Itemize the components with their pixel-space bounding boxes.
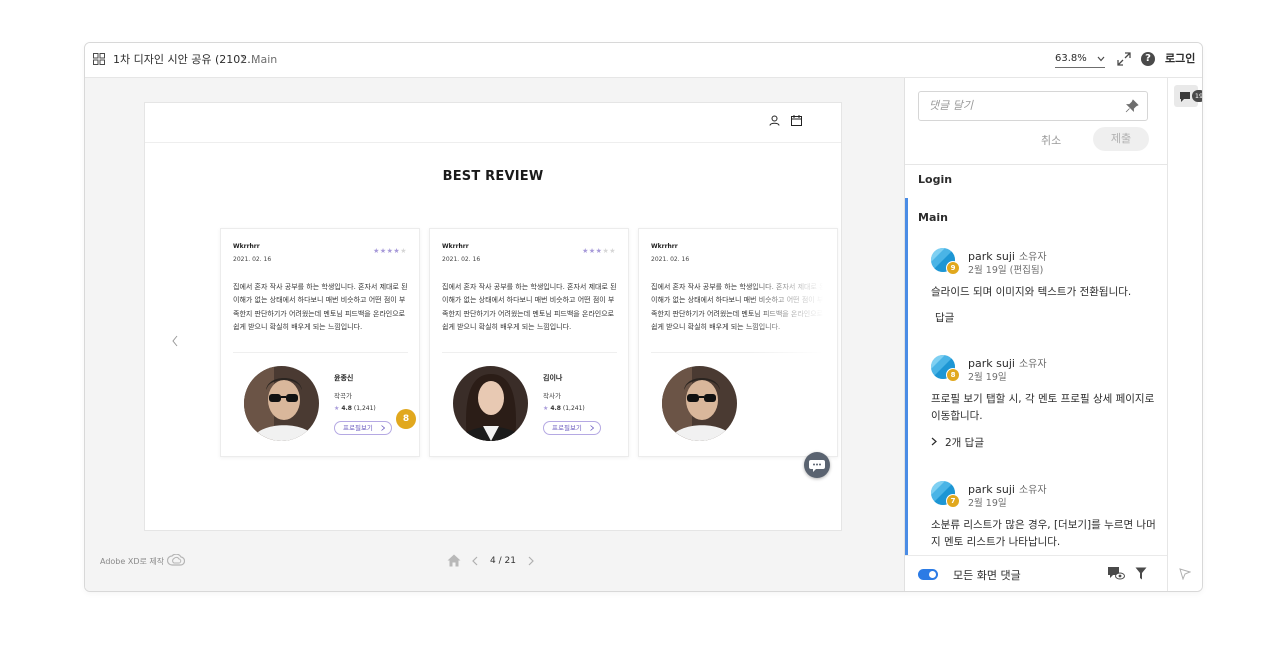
star-icon: ★	[543, 405, 549, 412]
mentor-rating: ★ 4.8 (1,241)	[543, 405, 585, 412]
screen-label-main[interactable]: Main	[918, 211, 948, 224]
show-replies-button[interactable]: 2개 답글	[931, 435, 984, 450]
comment-number-badge: 7	[946, 494, 960, 508]
profile-view-button[interactable]: 프로필보기	[543, 421, 601, 435]
review-text: 집에서 혼자 작사 공부를 하는 학생입니다. 혼자서 제대로 된 이해가 없는…	[233, 283, 408, 331]
flag-icon[interactable]	[1179, 568, 1191, 580]
artboard-header	[145, 103, 841, 143]
mentor-role: 작곡가	[334, 392, 352, 400]
prev-page-icon[interactable]	[472, 556, 478, 566]
artboard-main: BEST REVIEW Wkrrhrr 2021. 02. 16 ★★★★★ 집…	[144, 102, 842, 531]
calendar-icon[interactable]	[791, 115, 802, 126]
profile-view-button[interactable]: 프로필보기	[334, 421, 392, 435]
chat-bubble-button[interactable]	[804, 452, 830, 478]
reviewer-name: Wkrrhrr	[442, 243, 469, 250]
comment-text: 소분류 리스트가 많은 경우, [더보기]를 누르면 나머지 멘토 리스트가 나…	[931, 519, 1156, 548]
comment-count-badge: 19	[1192, 90, 1202, 102]
comments-toggle-button[interactable]: 19	[1174, 85, 1202, 107]
all-screens-comments-label: 모든 화면 댓글	[953, 569, 1021, 582]
chevron-right-icon	[590, 425, 594, 431]
mentor-avatar	[453, 366, 528, 441]
cancel-button[interactable]: 취소	[1041, 132, 1061, 148]
made-with-xd[interactable]: Adobe XD로 제작	[100, 556, 164, 567]
review-date: 2021. 02. 16	[651, 256, 690, 263]
fullscreen-icon[interactable]	[1117, 52, 1131, 66]
document-title[interactable]: 1차 디자인 시안 공유 (2102...	[113, 53, 258, 67]
review-date: 2021. 02. 16	[442, 256, 481, 263]
comment-author: park suji 소유자	[968, 250, 1047, 263]
right-rail: 19	[1167, 78, 1202, 591]
reviewer-name: Wkrrhrr	[651, 243, 678, 250]
chevron-down-icon	[1097, 56, 1105, 62]
zoom-select[interactable]: 63.8%	[1055, 52, 1105, 68]
top-bar: 1차 디자인 시안 공유 (2102... Main 63.8% ? 로그인	[85, 43, 1202, 78]
divider	[442, 352, 617, 353]
comment-date: 2월 19일 (편집됨)	[968, 265, 1044, 276]
submit-button[interactable]: 제출	[1093, 127, 1149, 151]
breadcrumb-page[interactable]: Main	[251, 53, 277, 67]
user-icon[interactable]	[769, 115, 780, 126]
comment-text: 프로필 보기 탭할 시, 각 멘토 프로필 상세 페이지로 이동합니다.	[931, 393, 1155, 422]
mentor-name: 윤종신	[334, 374, 354, 382]
comment-author: park suji 소유자	[968, 357, 1047, 370]
show-comment-pins-icon[interactable]	[1107, 566, 1125, 581]
carousel-prev-icon[interactable]	[171, 335, 179, 347]
comment-date: 2월 19일	[968, 498, 1007, 509]
toggle-knob	[929, 571, 936, 578]
review-text: 집에서 혼자 작사 공부를 하는 학생입니다. 혼자서 제대로 된 이해가 없는…	[442, 283, 617, 331]
panel-footer: 모든 화면 댓글	[905, 555, 1167, 591]
chat-bubble-icon	[809, 460, 825, 472]
review-card: Wkrrhrr 2021. 02. 16 집에서 혼자 작사 공부를 하는 학생…	[638, 228, 838, 457]
mentor-name: 김이나	[543, 374, 563, 382]
all-screens-toggle[interactable]	[918, 569, 938, 580]
reviewer-name: Wkrrhrr	[233, 243, 260, 250]
home-icon[interactable]	[447, 554, 461, 567]
star-rating: ★★★★★	[582, 247, 616, 255]
next-page-icon[interactable]	[528, 556, 534, 566]
mentor-avatar	[244, 366, 319, 441]
chevron-right-icon	[240, 54, 246, 64]
comment-pin[interactable]: 8	[396, 409, 416, 429]
reply-button[interactable]: 답글	[935, 310, 954, 325]
divider	[905, 164, 1167, 165]
comment-text: 슬라이드 되며 이미지와 텍스트가 전환됩니다.	[931, 286, 1132, 298]
section-title: BEST REVIEW	[442, 169, 544, 184]
chevron-right-icon	[931, 437, 937, 446]
mentor-avatar	[662, 366, 737, 441]
filter-icon[interactable]	[1135, 567, 1147, 580]
screen-label-login[interactable]: Login	[918, 173, 952, 186]
review-card: Wkrrhrr 2021. 02. 16 ★★★★★ 집에서 혼자 작사 공부를…	[220, 228, 420, 457]
comments-panel: 댓글 달기 취소 제출 Login Main 9 park suji 소유자 2월…	[904, 78, 1167, 591]
chevron-right-icon	[381, 425, 385, 431]
comment-input[interactable]: 댓글 달기	[918, 91, 1148, 121]
mentor-role: 작사가	[543, 392, 561, 400]
star-icon: ★	[334, 405, 340, 412]
pin-icon[interactable]	[1125, 99, 1139, 113]
xd-share-window: 1차 디자인 시안 공유 (2102... Main 63.8% ? 로그인 B…	[84, 42, 1203, 592]
mentor-rating: ★ 4.8 (1,241)	[334, 405, 376, 412]
page-indicator: 4 / 21	[490, 556, 516, 566]
review-card: Wkrrhrr 2021. 02. 16 ★★★★★ 집에서 혼자 작사 공부를…	[429, 228, 629, 457]
grid-view-icon[interactable]	[93, 53, 105, 65]
screen-group-main: Main 9 park suji 소유자 2월 19일 (편집됨) 슬라이드 되며…	[905, 198, 1167, 555]
comment-date: 2월 19일	[968, 372, 1007, 383]
zoom-value: 63.8%	[1055, 53, 1087, 64]
comment-number-badge: 9	[946, 261, 960, 275]
creative-cloud-icon	[167, 554, 185, 566]
help-icon[interactable]: ?	[1141, 52, 1155, 66]
comment-author: park suji 소유자	[968, 483, 1047, 496]
login-button[interactable]: 로그인	[1165, 52, 1195, 66]
star-rating: ★★★★★	[373, 247, 407, 255]
card-fade-overlay	[747, 229, 837, 456]
review-date: 2021. 02. 16	[233, 256, 272, 263]
prototype-canvas: BEST REVIEW Wkrrhrr 2021. 02. 16 ★★★★★ 집…	[85, 78, 904, 591]
divider	[233, 352, 408, 353]
comment-number-badge: 8	[946, 368, 960, 382]
